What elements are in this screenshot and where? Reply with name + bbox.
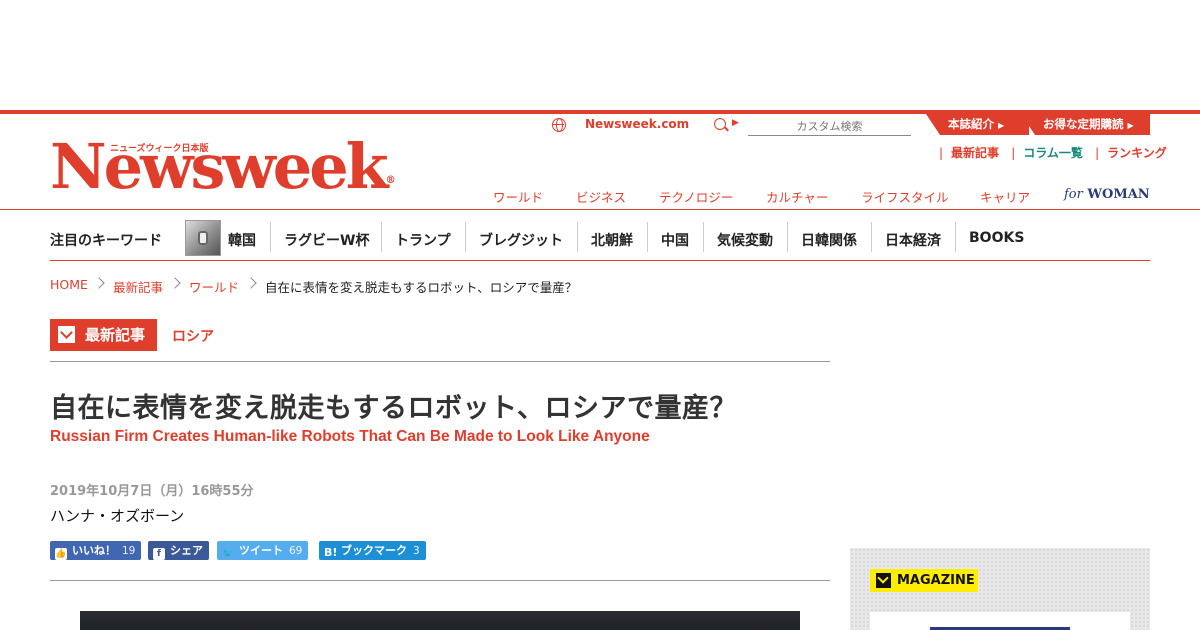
header-bottom-rule bbox=[0, 209, 1200, 210]
facebook-share-button[interactable]: f シェア bbox=[148, 541, 209, 560]
facebook-icon: f bbox=[153, 548, 165, 560]
article-hero-image bbox=[80, 611, 800, 630]
search-input[interactable] bbox=[748, 117, 911, 136]
keyword-japan-economy[interactable]: 日本経済 bbox=[885, 230, 941, 250]
keyword-brexit[interactable]: ブレグジット bbox=[479, 230, 563, 250]
chevron-right-icon bbox=[245, 277, 257, 289]
column-list-link[interactable]: コラム一覧 bbox=[1023, 146, 1083, 160]
keyword-trump[interactable]: トランプ bbox=[395, 230, 451, 250]
divider bbox=[871, 222, 872, 252]
chevron-right-icon bbox=[93, 277, 105, 289]
keyword-thumbnail[interactable] bbox=[185, 220, 221, 256]
hatena-bookmark-button[interactable]: B! ブックマーク 3 bbox=[319, 541, 426, 560]
logo-subtitle: ニューズウィーク日本版 bbox=[110, 144, 209, 154]
nav-lifestyle[interactable]: ライフスタイル bbox=[861, 187, 949, 206]
ranking-link[interactable]: ランキング bbox=[1107, 146, 1167, 160]
divider bbox=[577, 222, 578, 252]
check-icon bbox=[58, 326, 75, 343]
magazine-badge[interactable]: MAGAZINE bbox=[870, 569, 978, 592]
sub-nav: | 最新記事 | コラム一覧 | ランキング bbox=[939, 146, 1167, 160]
search-icon[interactable] bbox=[714, 118, 726, 130]
article-subtitle-en: Russian Firm Creates Human-like Robots T… bbox=[50, 428, 650, 445]
twitter-icon: 🐦 bbox=[222, 549, 234, 559]
keyword-rugby[interactable]: ラグビーW杯 bbox=[284, 230, 369, 250]
article-tag[interactable]: ロシア bbox=[172, 326, 214, 346]
category-badge[interactable]: 最新記事 bbox=[50, 319, 157, 351]
keyword-korea[interactable]: 韓国 bbox=[228, 230, 256, 250]
keyword-china[interactable]: 中国 bbox=[661, 230, 689, 250]
divider bbox=[647, 222, 648, 252]
divider bbox=[465, 222, 466, 252]
keyword-north-korea[interactable]: 北朝鮮 bbox=[591, 230, 633, 250]
divider bbox=[955, 222, 956, 252]
latest-articles-link[interactable]: 最新記事 bbox=[951, 146, 999, 160]
site-header: Newsweek® ニューズウィーク日本版 Newsweek.com ▶ 本誌紹… bbox=[0, 114, 1200, 210]
nav-career[interactable]: キャリア bbox=[980, 187, 1030, 206]
breadcrumb-current: 自在に表情を変え脱走もするロボット、ロシアで量産？ bbox=[265, 280, 578, 295]
hatena-icon: B! bbox=[324, 546, 338, 559]
newsweek-com-link[interactable]: Newsweek.com bbox=[585, 117, 689, 131]
divider bbox=[50, 361, 830, 362]
thumbs-up-icon: 👍 bbox=[55, 548, 67, 560]
nav-world[interactable]: ワールド bbox=[493, 187, 543, 206]
ad-space bbox=[0, 0, 1200, 110]
divider bbox=[270, 222, 271, 252]
magazine-cover[interactable] bbox=[870, 612, 1130, 630]
keyword-bar-title: 注目のキーワード bbox=[50, 233, 162, 249]
globe-icon bbox=[552, 118, 566, 132]
nav-culture[interactable]: カルチャー bbox=[766, 187, 828, 206]
newsweek-logo[interactable]: Newsweek® bbox=[50, 136, 396, 198]
tweet-button[interactable]: 🐦 ツイート 69 bbox=[217, 541, 309, 560]
keyword-bar: 注目のキーワード 韓国 ラグビーW杯 トランプ ブレグジット 北朝鮮 中国 気候… bbox=[50, 218, 1150, 256]
subscription-tab[interactable]: お得な定期購読 ▶ bbox=[1021, 114, 1150, 135]
chevron-right-icon bbox=[169, 277, 181, 289]
keyword-books[interactable]: BOOKS bbox=[969, 230, 1024, 246]
caret-right-icon: ▶ bbox=[732, 118, 739, 128]
article-date: 2019年10月7日（月）16時55分 bbox=[50, 484, 254, 499]
facebook-like-button[interactable]: 👍 いいね！ 19 bbox=[50, 541, 142, 560]
breadcrumb-home[interactable]: HOME bbox=[50, 277, 88, 292]
for-woman-link[interactable]: for WOMAN bbox=[1064, 187, 1150, 202]
nav-technology[interactable]: テクノロジー bbox=[659, 187, 733, 206]
nav-business[interactable]: ビジネス bbox=[576, 187, 626, 206]
divider bbox=[703, 222, 704, 252]
breadcrumb-latest[interactable]: 最新記事 bbox=[113, 277, 163, 296]
breadcrumb-world[interactable]: ワールド bbox=[189, 277, 239, 296]
divider bbox=[381, 222, 382, 252]
about-magazine-tab[interactable]: 本誌紹介 ▶ bbox=[926, 114, 1029, 135]
article-title: 自在に表情を変え脱走もするロボット、ロシアで量産？ bbox=[50, 393, 737, 424]
check-icon bbox=[876, 573, 891, 588]
keyword-bar-rule bbox=[50, 260, 1150, 261]
divider bbox=[787, 222, 788, 252]
article-author[interactable]: ハンナ・オズボーン bbox=[50, 505, 184, 526]
divider bbox=[50, 580, 830, 581]
keyword-climate[interactable]: 気候変動 bbox=[717, 230, 773, 250]
keyword-japan-korea[interactable]: 日韓関係 bbox=[801, 230, 857, 250]
